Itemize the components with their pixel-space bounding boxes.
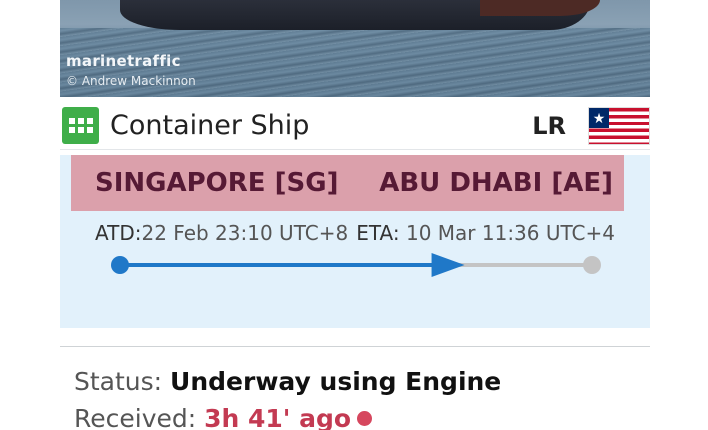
status-line: Status: Underway using Engine (74, 367, 501, 396)
status-value: Underway using Engine (170, 367, 502, 396)
section-divider (60, 346, 650, 347)
container-grid-icon (62, 107, 99, 144)
eta-label: ETA: (356, 221, 400, 245)
destination-dot (583, 256, 601, 274)
destination-port[interactable]: ABU DHABI [AE] (379, 168, 613, 198)
received-label: Received: (74, 404, 197, 430)
route-panel: SINGAPORE [SG] ABU DHABI [AE] ATD:22 Feb… (60, 155, 650, 328)
voyage-progress-track (111, 253, 601, 277)
liberia-flag-icon: ★ (588, 106, 650, 145)
vessel-type-label: Container Ship (110, 110, 310, 141)
received-line: Received: 3h 41' ago (74, 404, 373, 430)
received-value: 3h 41' ago (204, 404, 352, 430)
origin-port[interactable]: SINGAPORE [SG] (95, 168, 338, 198)
eta-time: ETA: 10 Mar 11:36 UTC+4 (356, 221, 615, 245)
marinetraffic-watermark: marinetraffic (66, 52, 181, 70)
atd-label: ATD: (95, 221, 142, 245)
ship-position-arrow (431, 253, 465, 277)
photo-credit: © Andrew Mackinnon (66, 74, 196, 88)
atd-value: 22 Feb 23:10 UTC+8 (141, 221, 349, 245)
vessel-type-row: Container Ship LR ★ (60, 102, 650, 150)
status-label: Status: (74, 367, 163, 396)
voyage-times: ATD:22 Feb 23:10 UTC+8 ETA: 10 Mar 11:36… (95, 221, 615, 245)
atd-time: ATD:22 Feb 23:10 UTC+8 (95, 221, 348, 245)
origin-dot (111, 256, 129, 274)
flag-code: LR (532, 111, 566, 140)
eta-value: 10 Mar 11:36 UTC+4 (405, 221, 615, 245)
vessel-photo[interactable]: marinetraffic © Andrew Mackinnon (60, 0, 650, 97)
ports-bar: SINGAPORE [SG] ABU DHABI [AE] (71, 155, 624, 211)
live-status-dot (357, 411, 373, 426)
